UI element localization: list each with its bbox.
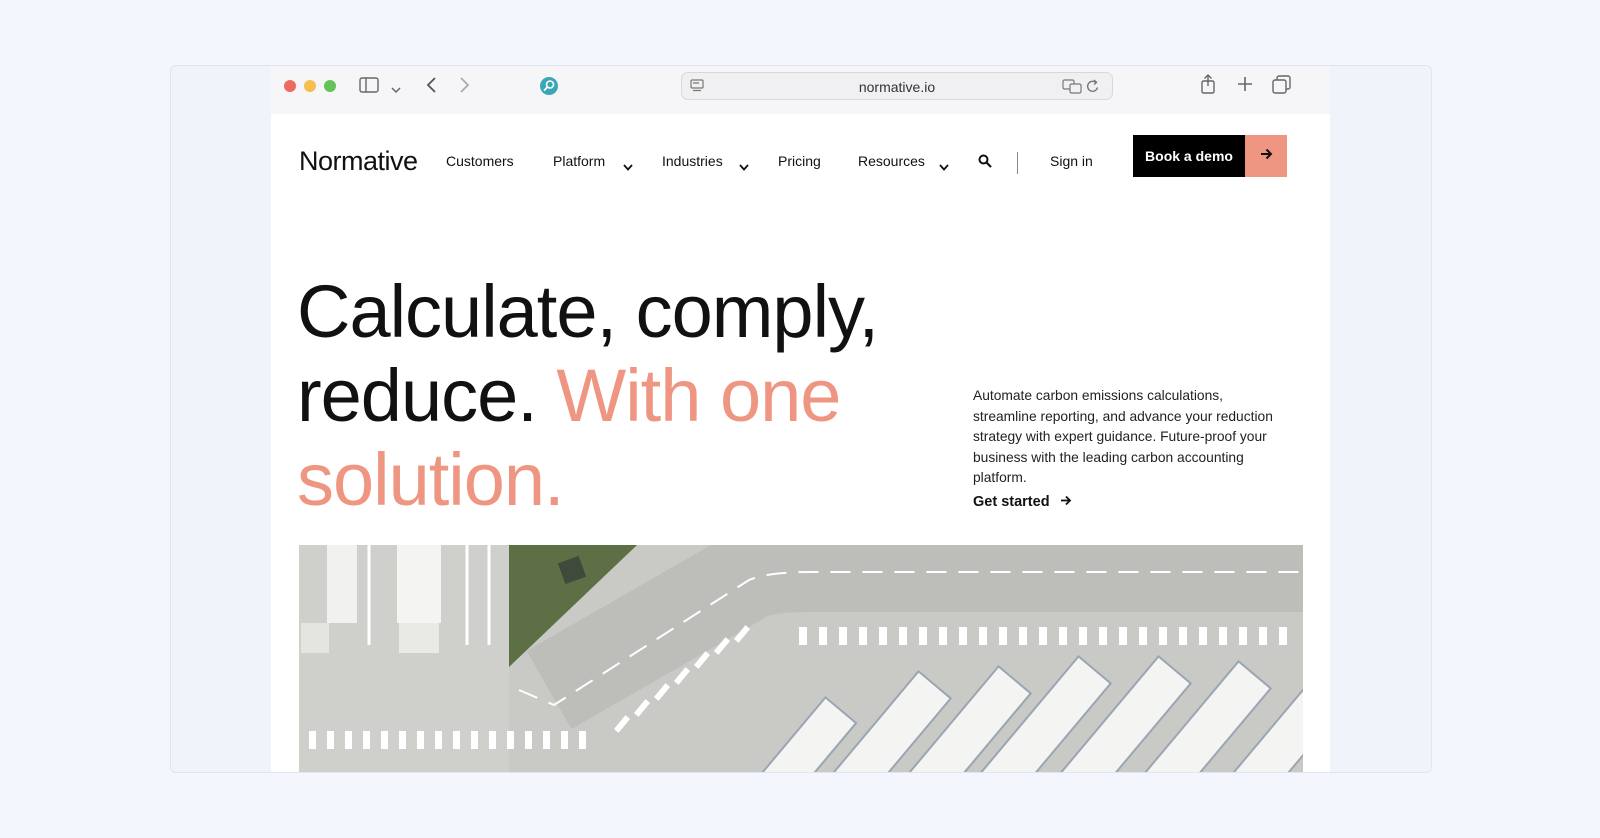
reload-icon[interactable] [1086, 79, 1100, 99]
sidebar-icon[interactable] [359, 77, 379, 98]
new-tab-icon[interactable] [1237, 76, 1253, 97]
tabs-icon[interactable] [1272, 75, 1291, 99]
nav-customers[interactable]: Customers [446, 153, 514, 169]
back-icon[interactable] [425, 76, 437, 99]
browser-window: normative.io Normative Customers Platfor… [170, 65, 1432, 773]
chevron-down-icon[interactable] [391, 81, 401, 99]
book-demo-button[interactable]: Book a demo [1133, 135, 1245, 177]
translate-icon[interactable] [1062, 79, 1082, 99]
search-icon[interactable] [978, 154, 992, 173]
book-demo-arrow-button[interactable] [1245, 135, 1287, 177]
nav-platform[interactable]: Platform [553, 153, 605, 169]
get-started-label: Get started [973, 494, 1050, 510]
nav-industries[interactable]: Industries [662, 153, 723, 169]
privacy-icon[interactable] [539, 76, 559, 101]
hero-image [299, 522, 1330, 772]
nav-resources[interactable]: Resources [858, 153, 925, 169]
nav-divider [1017, 152, 1018, 174]
chevron-down-icon[interactable] [623, 158, 633, 176]
share-icon[interactable] [1200, 74, 1216, 99]
web-page: Normative Customers Platform Industries … [271, 114, 1330, 772]
chevron-down-icon[interactable] [939, 158, 949, 176]
nav-pricing[interactable]: Pricing [778, 153, 821, 169]
minimize-window-button[interactable] [304, 80, 316, 92]
browser-toolbar: normative.io [271, 66, 1330, 114]
get-started-link[interactable]: Get started [973, 494, 1072, 510]
hero-description: Automate carbon emissions calculations, … [973, 388, 1273, 485]
forward-icon[interactable] [459, 76, 471, 99]
sign-in-link[interactable]: Sign in [1050, 153, 1093, 169]
arrow-right-icon [1260, 147, 1273, 164]
logo[interactable]: Normative [299, 146, 418, 177]
chevron-down-icon[interactable] [739, 158, 749, 176]
arrow-right-icon [1060, 494, 1072, 510]
maximize-window-button[interactable] [324, 80, 336, 92]
hero-headline: Calculate, comply, reduce. With one solu… [297, 270, 957, 522]
url-text[interactable]: normative.io [682, 79, 1112, 95]
address-bar[interactable]: normative.io [681, 72, 1113, 100]
close-window-button[interactable] [284, 80, 296, 92]
